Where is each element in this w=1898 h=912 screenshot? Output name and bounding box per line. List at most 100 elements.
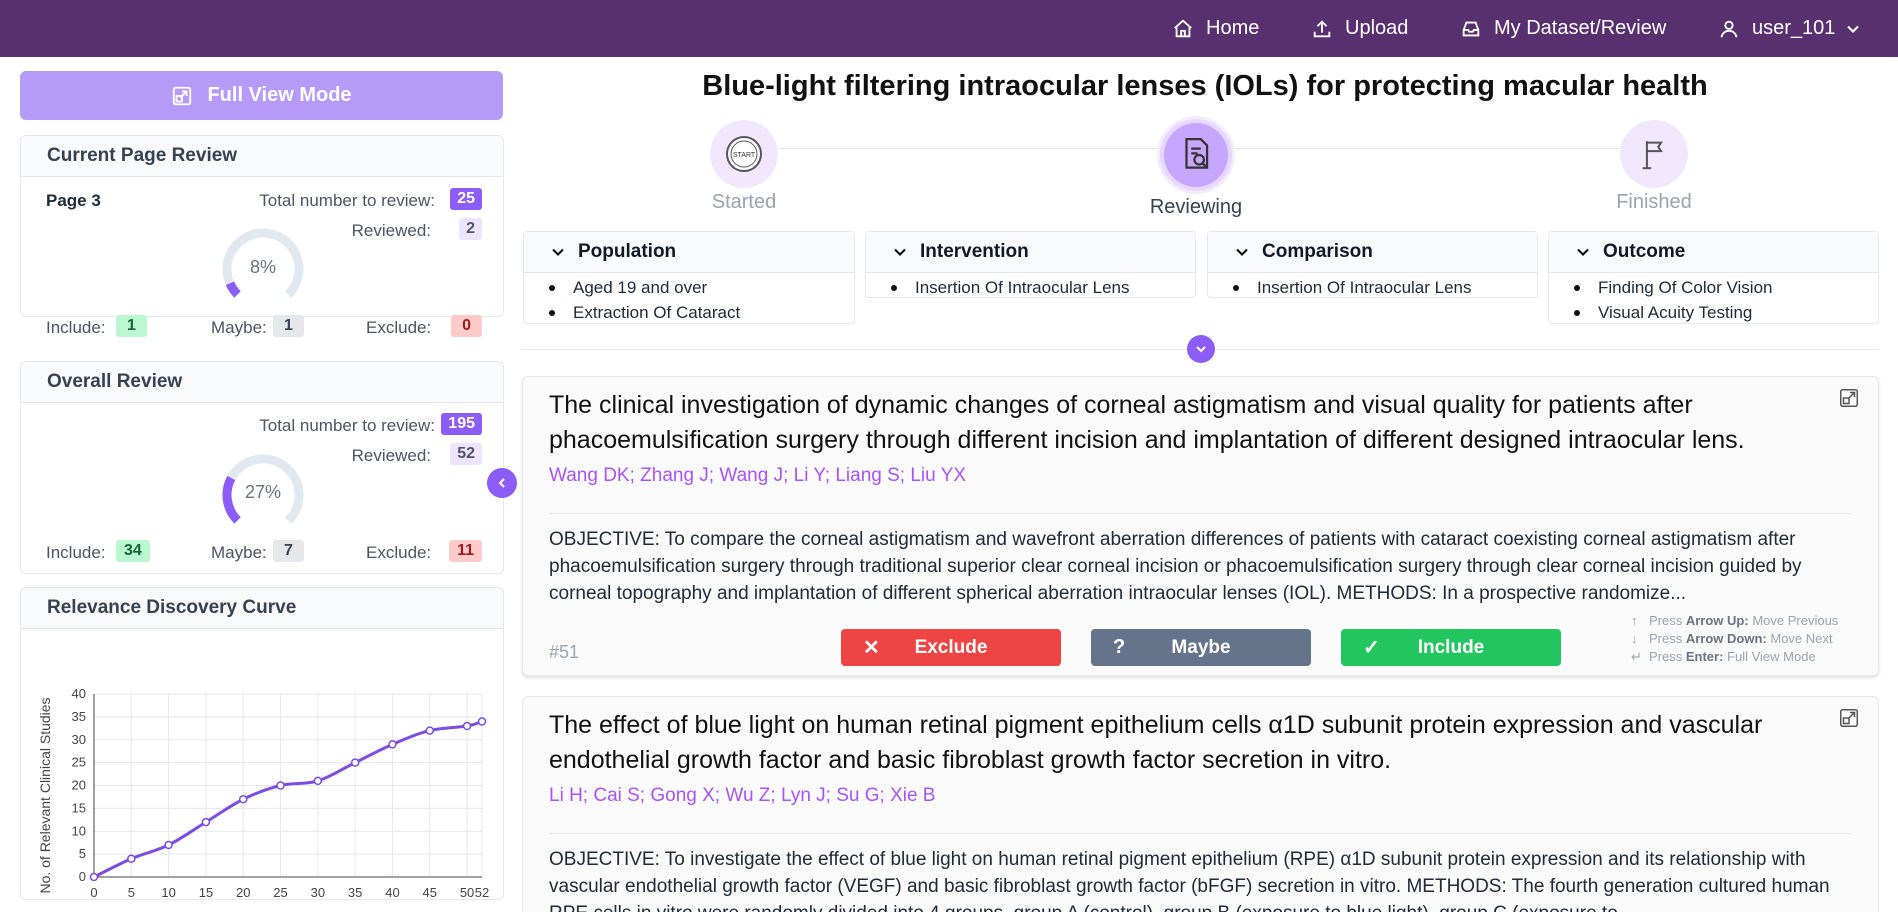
step-reviewing [1157, 116, 1235, 194]
y-tick-label: 0 [79, 869, 86, 884]
x-tick-label: 40 [385, 885, 399, 898]
x-tick-label: 0 [90, 885, 97, 898]
exclude-button[interactable]: ✕ Exclude [841, 629, 1061, 666]
hint-arrow-down: ↓ Press Arrow Down: Move Next [1631, 631, 1833, 646]
page-label: Page 3 [46, 191, 101, 210]
article-number: #51 [549, 642, 580, 662]
page-total-badge: 25 [450, 188, 482, 210]
page-maybe-badge: 1 [273, 315, 304, 337]
data-point [89, 872, 99, 882]
full-view-label: Full View Mode [207, 84, 352, 106]
data-point [350, 758, 360, 767]
page-reviewed-badge: 2 [459, 218, 482, 240]
upload-icon [1313, 19, 1331, 37]
data-point [201, 817, 211, 827]
expand-icon [173, 86, 192, 105]
username: user_101 [1752, 17, 1836, 39]
nav-upload[interactable]: Upload [1311, 0, 1408, 57]
pico-outcome-header[interactable]: Outcome [1549, 232, 1878, 273]
data-point [127, 854, 136, 863]
user-menu[interactable]: user_101 [1718, 0, 1863, 57]
overall-total-label: Total number to review: [259, 416, 435, 435]
current-page-review-title: Current Page Review [21, 136, 503, 177]
user-icon [1720, 20, 1738, 37]
article-authors: Li H; Cai S; Gong X; Wu Z; Lyn J; Su G; … [549, 785, 936, 806]
home-icon [1174, 19, 1192, 37]
overall-review-card: Overall Review Total number to review: 1… [20, 361, 504, 574]
step-connector [778, 148, 1158, 149]
y-tick-label: 40 [72, 686, 86, 701]
hint-arrow-up: ↑ Press Arrow Up: Move Previous [1631, 613, 1839, 628]
overall-include-badge: 34 [116, 540, 150, 562]
overall-include-label: Include: [46, 543, 106, 562]
pico-intervention-header[interactable]: Intervention [866, 232, 1195, 273]
page-reviewed-label: Reviewed: [351, 221, 431, 240]
page-exclude-badge: 0 [451, 315, 482, 337]
overall-reviewed-badge: 52 [450, 443, 482, 465]
top-navbar: Home Upload My Dataset/Review user_101 [0, 0, 1898, 57]
full-view-mode-button[interactable]: Full View Mode [20, 71, 503, 120]
pico-intervention-heading: Intervention [920, 241, 1029, 262]
current-page-review-card: Current Page Review Page 3 Total number … [20, 135, 504, 337]
chevron-down-icon [1196, 346, 1206, 353]
expand-pico-button[interactable] [1187, 335, 1215, 363]
step-started: START [710, 120, 778, 188]
y-tick-label: 25 [72, 755, 86, 770]
y-tick-label: 30 [72, 732, 86, 747]
article-card[interactable]: The clinical investigation of dynamic ch… [522, 376, 1879, 676]
x-tick-label: 15 [199, 885, 213, 898]
nav-home[interactable]: Home [1172, 0, 1259, 57]
pico-population-heading: Population [578, 241, 677, 262]
page-progress-percent: 8% [249, 257, 276, 277]
step-finished-label: Finished [1616, 191, 1692, 213]
nav-home-label: Home [1206, 17, 1260, 39]
page-include-badge: 1 [116, 315, 147, 337]
question-icon: ? [1113, 636, 1126, 658]
overall-maybe-label: Maybe: [211, 543, 267, 562]
collapse-sidebar-button[interactable] [487, 468, 517, 498]
article-title: The clinical investigation of dynamic ch… [549, 391, 1745, 454]
nav-my-dataset[interactable]: My Dataset/Review [1460, 0, 1666, 57]
pico-item: Insertion Of Intraocular Lens [891, 275, 1195, 300]
pico-item: Insertion Of Intraocular Lens [1233, 275, 1537, 300]
y-tick-label: 20 [72, 778, 86, 793]
pico-comparison-panel: Comparison Insertion Of Intraocular Lens [1207, 231, 1538, 298]
article-abstract: OBJECTIVE: To compare the corneal astigm… [549, 513, 1850, 606]
page-exclude-label: Exclude: [366, 318, 432, 337]
include-button[interactable]: ✓ Include [1341, 629, 1561, 666]
start-icon-text: START [733, 152, 756, 159]
overall-exclude-badge: 11 [449, 540, 482, 562]
data-point [276, 781, 285, 790]
x-tick-label: 25 [273, 885, 287, 898]
x-tick-label: 50 [460, 885, 474, 898]
data-point [388, 740, 397, 749]
document-search-icon [1185, 138, 1209, 169]
pico-item: Aged 19 and over [549, 275, 854, 300]
pico-item: Finding Of Color Vision [1574, 275, 1878, 300]
overall-exclude-label: Exclude: [366, 543, 432, 562]
arrow-down-icon: ↓ [1631, 631, 1638, 646]
data-point [462, 721, 472, 731]
pico-outcome-panel: Outcome Finding Of Color Vision Visual A… [1548, 231, 1879, 324]
chevron-down-icon [552, 248, 564, 256]
chevron-down-icon [1236, 248, 1248, 256]
start-icon: START [726, 136, 762, 172]
relevance-curve-title: Relevance Discovery Curve [21, 588, 503, 629]
maybe-button[interactable]: ? Maybe [1091, 629, 1311, 666]
overall-review-title: Overall Review [21, 362, 503, 403]
pico-comparison-header[interactable]: Comparison [1208, 232, 1537, 273]
y-axis-label: No. of Relevant Clinical Studies [37, 697, 53, 893]
article-card[interactable]: The effect of blue light on human retina… [522, 696, 1879, 912]
flag-icon [1642, 141, 1663, 170]
y-tick-label: 35 [72, 709, 86, 724]
pico-item: Extraction Of Cataract [549, 300, 854, 325]
open-full-view-icon[interactable] [1838, 707, 1860, 729]
chevron-down-icon [1577, 248, 1589, 256]
pico-population-header[interactable]: Population [524, 232, 854, 273]
arrow-up-icon: ↑ [1631, 613, 1638, 628]
chevron-down-icon [894, 248, 906, 256]
nav-dataset-label: My Dataset/Review [1494, 17, 1667, 39]
open-full-view-icon[interactable] [1838, 387, 1860, 409]
chevron-down-icon [1847, 25, 1860, 33]
pico-outcome-heading: Outcome [1603, 241, 1686, 262]
